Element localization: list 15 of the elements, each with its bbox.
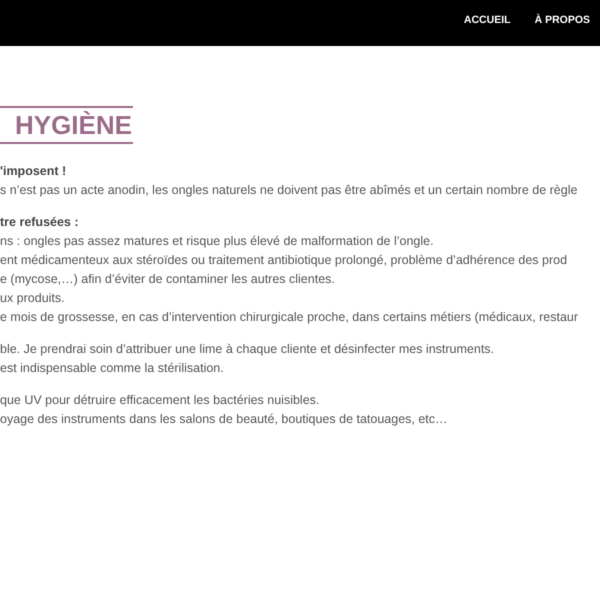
body-text: est indispensable comme la stérilisation. — [0, 360, 225, 377]
body-text: e mois de grossesse, en cas d’intervention chirurgicale proche, dans certains métiers (médicaux, restaur — [0, 309, 580, 326]
nav-link[interactable]: À PROPOS — [534, 13, 590, 29]
body-text: que UV pour détruire efficacement les bactéries nuisibles. — [0, 392, 320, 409]
subheading-text: tre refusées : — [0, 214, 80, 231]
body-text: ux produits. — [0, 290, 66, 307]
body-text: ent médicamenteux aux stéroïdes ou traitement antibiotique prolongé, problème d’adhérence des prod — [0, 252, 568, 269]
body-text: s n’est pas un acte anodin, les ongles naturels ne doivent pas être abîmés et un certain nombre de règle — [0, 182, 578, 199]
body-text: e (mycose,…) afin d’éviter de contaminer les autres clientes. — [0, 271, 336, 288]
subheading-text: 'imposent ! — [0, 163, 68, 180]
section-heading: HYGIÈNE — [14, 110, 133, 140]
nav-link[interactable]: ACCUEIL — [464, 13, 511, 29]
body-text: ns : ongles pas assez matures et risque plus élevé de malformation de l’ongle. — [0, 233, 435, 250]
body-text: oyage des instruments dans les salons de beauté, boutiques de tatouages, etc… — [0, 411, 449, 428]
body-text: ble. Je prendrai soin d’attribuer une lime à chaque cliente et désinfecter mes instruments. — [0, 341, 496, 358]
